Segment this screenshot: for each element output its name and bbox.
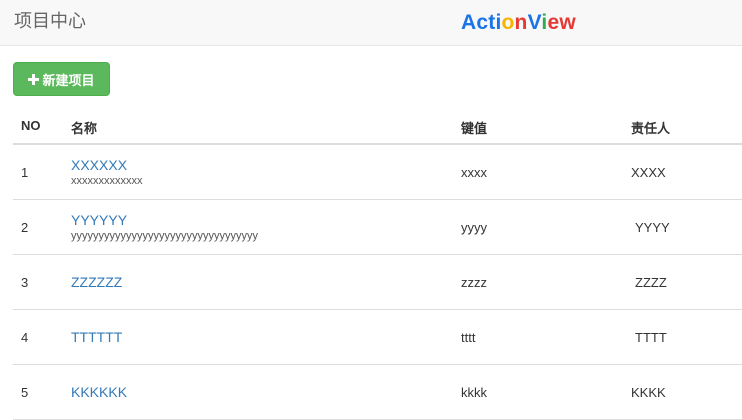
- project-name-link[interactable]: TTTTTT: [71, 328, 122, 346]
- project-key: tttt: [461, 329, 476, 345]
- project-key: yyyy: [461, 219, 487, 235]
- plus-icon: [28, 73, 40, 85]
- table-body: 1 XXXXXX xxxxxxxxxxxxx xxxx XXXX 2 YYYYYY yyyyy…: [13, 145, 742, 420]
- row-number: 3: [21, 274, 29, 290]
- project-name-cell: XXXXXX xxxxxxxxxxxxx: [71, 145, 143, 199]
- table-header: NO 名称 键值 责任人: [13, 108, 742, 145]
- project-owner: ZZZZ: [635, 274, 667, 290]
- project-owner: TTTT: [635, 329, 667, 345]
- table-row: 5 KKKKKK kkkk KKKK: [13, 365, 742, 420]
- project-owner: KKKK: [631, 384, 666, 400]
- project-owner: XXXX: [631, 164, 666, 180]
- project-name-cell: KKKKKK: [71, 365, 127, 419]
- project-name-link[interactable]: YYYYYY: [71, 211, 258, 229]
- table-row: 3 ZZZZZZ zzzz ZZZZ: [13, 255, 742, 310]
- project-name-link[interactable]: XXXXXX: [71, 156, 143, 174]
- project-name-link[interactable]: ZZZZZZ: [71, 273, 122, 291]
- row-number: 2: [21, 219, 29, 235]
- brand-letter: c: [476, 11, 489, 34]
- brand-letter: w: [559, 11, 576, 34]
- project-table: NO 名称 键值 责任人 1 XXXXXX xxxxxxxxxxxxx xxxx XXX…: [13, 108, 742, 420]
- project-description: xxxxxxxxxxxxx: [71, 175, 143, 187]
- row-number: 1: [21, 164, 29, 180]
- table-row: 2 YYYYYY yyyyyyyyyyyyyyyyyyyyyyyyyyyyyyyyy…: [13, 200, 742, 255]
- project-name-cell: ZZZZZZ: [71, 255, 122, 309]
- page-title: 项目中心: [14, 11, 86, 31]
- brand-letter: n: [514, 11, 528, 34]
- project-name-cell: YYYYYY yyyyyyyyyyyyyyyyyyyyyyyyyyyyyyyyyy: [71, 200, 258, 254]
- project-key: kkkk: [461, 384, 487, 400]
- table-row: 1 XXXXXX xxxxxxxxxxxxx xxxx XXXX: [13, 145, 742, 200]
- brand-letter: A: [461, 11, 477, 34]
- column-header-name: 名称: [71, 121, 98, 136]
- brand-letter: e: [547, 11, 560, 34]
- project-name-link[interactable]: KKKKKK: [71, 383, 127, 401]
- project-key: xxxx: [461, 164, 487, 180]
- project-key: zzzz: [461, 274, 487, 290]
- actionview-logo[interactable]: ActionView: [461, 10, 576, 36]
- column-header-owner: 责任人: [631, 121, 671, 136]
- brand-letter: V: [527, 11, 542, 34]
- new-project-label: 新建项目: [42, 72, 95, 88]
- column-header-no: NO: [21, 118, 41, 133]
- top-navbar: 项目中心 ActionView: [0, 0, 742, 46]
- row-number: 4: [21, 329, 29, 345]
- new-project-button[interactable]: 新建项目: [13, 62, 110, 96]
- project-name-cell: TTTTTT: [71, 310, 122, 364]
- row-number: 5: [21, 384, 29, 400]
- project-owner: YYYY: [635, 219, 670, 235]
- brand-letter: o: [501, 11, 515, 34]
- table-row: 4 TTTTTT tttt TTTT: [13, 310, 742, 365]
- column-header-key: 键值: [461, 121, 488, 136]
- project-description: yyyyyyyyyyyyyyyyyyyyyyyyyyyyyyyyyy: [71, 230, 258, 242]
